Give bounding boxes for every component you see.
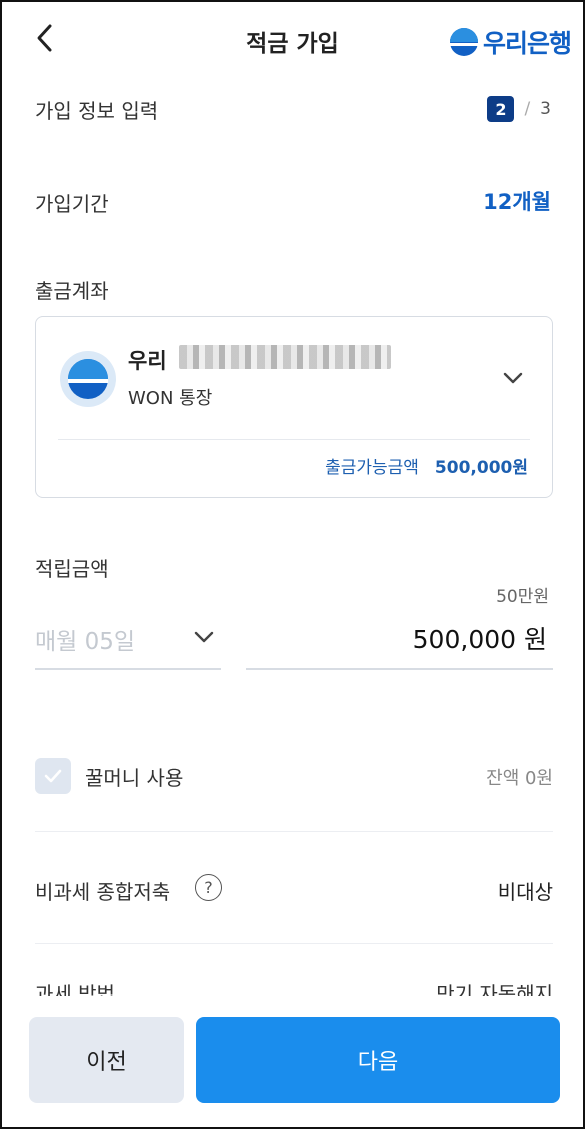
- account-label: 출금계좌: [35, 279, 109, 303]
- account-number-blurred: [179, 345, 391, 369]
- step-indicator: 2 / 3: [487, 96, 551, 122]
- section-title: 가입 정보 입력: [35, 99, 159, 123]
- brand-name: 우리은행: [482, 29, 572, 58]
- app-frame: 적금 가입 우리은행 가입 정보 입력 2 / 3 가입기간 12개월 출금계좌…: [0, 0, 585, 1129]
- deposit-day-select[interactable]: 매월 05일: [35, 612, 221, 670]
- honey-money-label: 꿀머니 사용: [85, 766, 184, 790]
- amount-unit-hint: 50만원: [496, 587, 549, 607]
- available-balance: 출금가능금액 500,000원: [325, 453, 528, 478]
- available-label: 출금가능금액: [325, 458, 419, 478]
- partial-row: 과세 방법 만기 자동해지: [35, 982, 553, 996]
- next-button[interactable]: 다음: [196, 1017, 560, 1103]
- woori-logo-icon: [449, 28, 478, 56]
- brand-logo: 우리은행: [449, 24, 572, 60]
- available-value: 500,000원: [434, 458, 528, 478]
- tax-free-label: 비과세 종합저축: [35, 880, 171, 904]
- honey-money-row: 꿀머니 사용 잔액 0원: [35, 754, 553, 796]
- step-current: 2: [487, 96, 515, 122]
- partial-row-value: 만기 자동해지: [436, 982, 553, 996]
- account-bank: 우리: [128, 349, 167, 373]
- bottom-action-bar: 이전 다음: [2, 996, 583, 1127]
- woori-bank-icon: [68, 359, 108, 399]
- period-label: 가입기간: [35, 192, 109, 216]
- period-value: 12개월: [483, 190, 551, 214]
- card-divider: [58, 439, 530, 440]
- partial-row-label: 과세 방법: [35, 982, 115, 996]
- prev-button[interactable]: 이전: [29, 1017, 184, 1103]
- honey-money-checkbox[interactable]: [35, 758, 71, 794]
- divider: [35, 831, 553, 832]
- chevron-down-icon: [503, 372, 523, 384]
- step-separator: /: [524, 99, 531, 119]
- tax-free-value: 비대상: [497, 880, 553, 904]
- deposit-label: 적립금액: [35, 557, 109, 581]
- step-total: 3: [540, 99, 551, 119]
- honey-money-balance: 잔액 0원: [486, 768, 553, 789]
- deposit-amount-value: 500,000 원: [412, 625, 547, 654]
- header: 적금 가입 우리은행: [2, 2, 583, 78]
- divider: [35, 943, 553, 944]
- check-icon: [44, 769, 62, 783]
- help-icon[interactable]: ?: [195, 874, 222, 901]
- tax-free-row: 비과세 종합저축 ? 비대상: [35, 870, 553, 910]
- bank-logo: [60, 351, 116, 407]
- account-type: WON 통장: [128, 388, 213, 409]
- withdrawal-account-select[interactable]: 우리 WON 통장 출금가능금액 500,000원: [35, 316, 553, 498]
- deposit-amount-input[interactable]: 500,000 원: [246, 612, 553, 670]
- chevron-down-icon: [194, 631, 214, 643]
- deposit-day-value: 매월 05일: [35, 629, 136, 655]
